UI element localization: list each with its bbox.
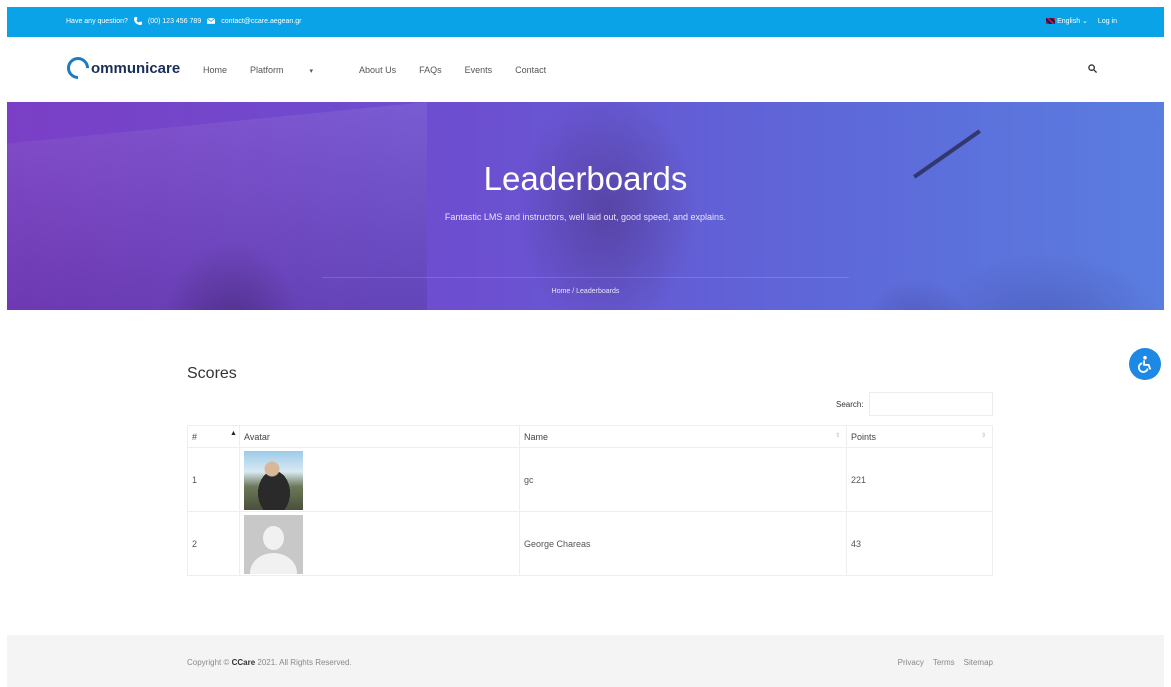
leaderboard-table: # ▲ Avatar Name ⇕ Points ⇕ 1 gc 221 2 Georg… bbox=[187, 425, 993, 576]
table-header-row: # ▲ Avatar Name ⇕ Points ⇕ bbox=[187, 425, 993, 448]
rank-cell: 2 bbox=[187, 511, 240, 576]
chevron-down-icon: ▾ bbox=[309, 68, 314, 75]
breadcrumb[interactable]: Home / Leaderboards bbox=[7, 288, 1164, 295]
logo-text: ommunicare bbox=[91, 59, 181, 77]
column-header-name-label: Name bbox=[524, 431, 549, 442]
sort-icon: ⇕ bbox=[834, 433, 840, 439]
avatar-cell bbox=[239, 511, 520, 576]
topbar-actions: English ⌄ Log in bbox=[1046, 17, 1117, 25]
footer: Copyright © CCare 2021. All Rights Reser… bbox=[7, 635, 1164, 687]
name-cell: George Chareas bbox=[519, 511, 847, 576]
points-cell: 221 bbox=[846, 447, 993, 512]
copyright-prefix: Copyright © bbox=[187, 658, 232, 667]
page-subtitle: Fantastic LMS and instructors, well laid… bbox=[444, 212, 727, 222]
breadcrumb-divider bbox=[322, 277, 849, 278]
login-link[interactable]: Log in bbox=[1098, 18, 1117, 25]
column-header-avatar[interactable]: ▲ Avatar bbox=[230, 425, 520, 448]
footer-link-terms[interactable]: Terms bbox=[933, 658, 955, 667]
default-avatar-icon bbox=[244, 515, 303, 574]
nav-contact[interactable]: Contact bbox=[515, 65, 546, 75]
main-nav: Home Platform ▾ About Us FAQs Events Cont… bbox=[203, 65, 569, 75]
top-bar: Have any question? (00) 123 456 789 cont… bbox=[7, 7, 1164, 37]
table-row: 1 gc 221 bbox=[187, 447, 993, 512]
phone-link[interactable]: (00) 123 456 789 bbox=[148, 18, 201, 25]
email-link[interactable]: contact@ccare.aegean.gr bbox=[221, 18, 301, 25]
column-header-rank-label: # bbox=[192, 431, 198, 442]
page-title: Leaderboards bbox=[483, 160, 688, 197]
sort-ascending-icon: ▲ bbox=[230, 430, 237, 437]
question-text: Have any question? bbox=[66, 17, 128, 25]
user-photo-avatar bbox=[244, 451, 303, 510]
column-header-avatar-label: Avatar bbox=[244, 431, 270, 442]
footer-link-privacy[interactable]: Privacy bbox=[898, 658, 924, 667]
hero-banner: Leaderboards Fantastic LMS and instructo… bbox=[7, 102, 1164, 310]
copyright: Copyright © CCare 2021. All Rights Reser… bbox=[187, 658, 352, 667]
phone-icon bbox=[133, 17, 142, 25]
uk-flag-icon bbox=[1046, 18, 1056, 25]
table-row: 2 George Chareas 43 bbox=[187, 511, 993, 576]
language-label: English bbox=[1057, 18, 1081, 25]
search-label: Search: bbox=[836, 400, 864, 409]
hero-background-image bbox=[7, 102, 427, 310]
nav-faqs[interactable]: FAQs bbox=[419, 65, 442, 75]
nav-platform[interactable]: Platform ▾ bbox=[250, 65, 336, 75]
nav-platform-label: Platform bbox=[250, 65, 284, 75]
search-input[interactable] bbox=[869, 392, 993, 416]
footer-link-sitemap[interactable]: Sitemap bbox=[964, 658, 993, 667]
nav-home[interactable]: Home bbox=[203, 65, 227, 75]
column-header-points-label: Points bbox=[851, 431, 877, 442]
envelope-icon bbox=[207, 18, 216, 24]
chevron-down-icon: ⌄ bbox=[1082, 18, 1088, 25]
column-header-name[interactable]: Name ⇕ bbox=[519, 425, 847, 448]
accessibility-button[interactable] bbox=[1129, 348, 1161, 380]
language-selector[interactable]: English ⌄ bbox=[1046, 17, 1088, 25]
nav-events[interactable]: Events bbox=[465, 65, 493, 75]
rank-cell: 1 bbox=[187, 447, 240, 512]
avatar-cell bbox=[239, 447, 520, 512]
logo-mark-icon bbox=[62, 52, 94, 84]
copyright-brand: CCare bbox=[231, 658, 256, 667]
logo[interactable]: ommunicare bbox=[62, 52, 181, 84]
footer-links: Privacy Terms Sitemap bbox=[898, 658, 993, 667]
nav-about[interactable]: About Us bbox=[359, 65, 396, 75]
contact-info: Have any question? (00) 123 456 789 cont… bbox=[66, 17, 301, 25]
wheelchair-icon bbox=[1137, 355, 1152, 373]
main-header: ommunicare Home Platform ▾ About Us FAQs … bbox=[7, 37, 1164, 102]
copyright-suffix: 2021. All Rights Reserved. bbox=[255, 658, 352, 667]
column-header-points[interactable]: Points ⇕ bbox=[846, 425, 993, 448]
points-cell: 43 bbox=[846, 511, 993, 576]
scores-title: Scores bbox=[187, 365, 237, 382]
search-icon[interactable] bbox=[1088, 60, 1098, 78]
sort-icon: ⇕ bbox=[980, 433, 986, 439]
name-cell: gc bbox=[519, 447, 847, 512]
